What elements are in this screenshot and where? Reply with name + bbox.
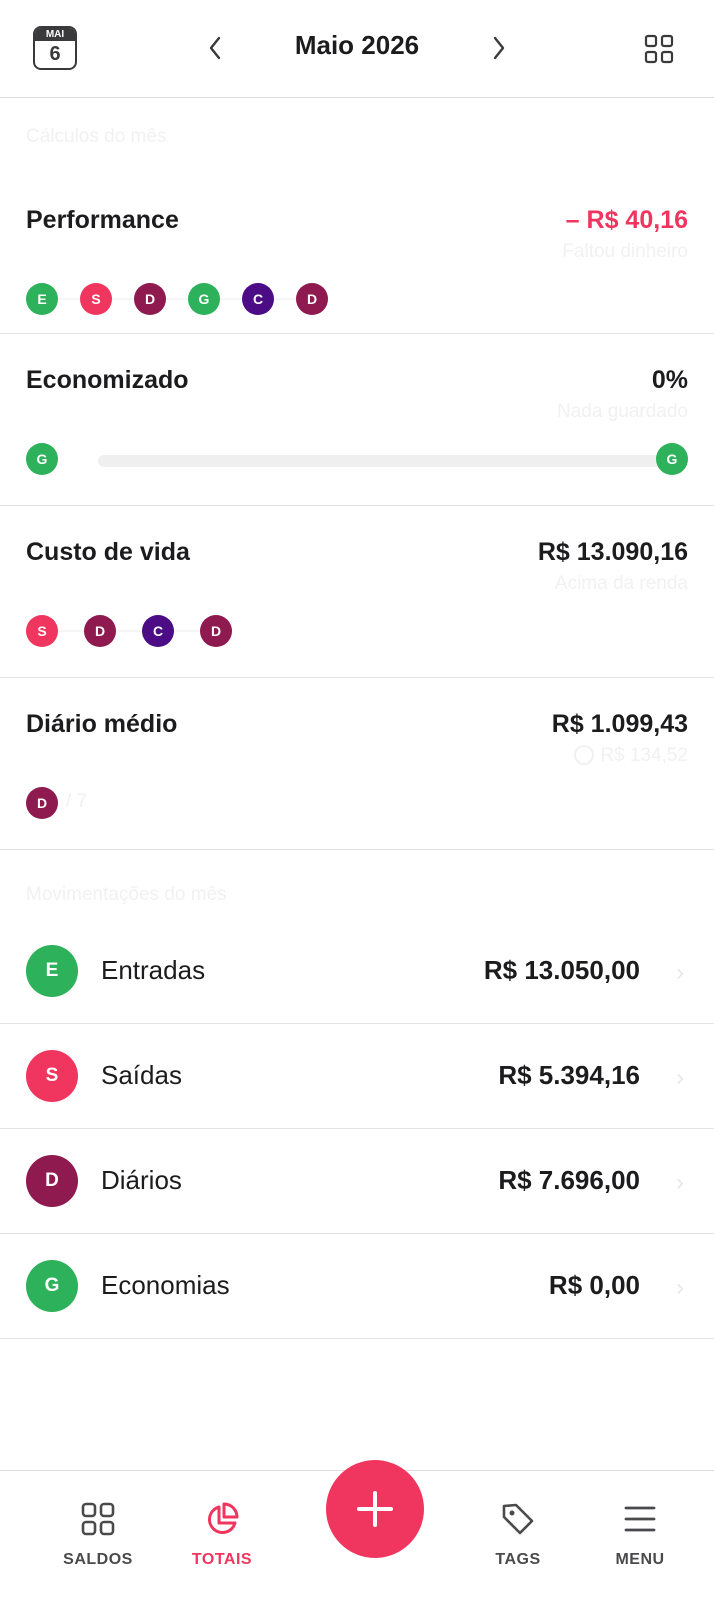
performance-card[interactable]: Performance – R$ 40,16 Faltou dinheiro E… [0,140,714,334]
menu-icon [624,1506,656,1532]
custo-status: Acima da renda [554,573,688,594]
tab-label: MENU [615,1551,665,1568]
list-item-entradas[interactable]: E Entradas R$ 13.050,00 › [0,919,714,1024]
dot-connector [166,298,188,300]
custo-dots: SDCD [26,615,626,647]
list-item-saidas[interactable]: S Saídas R$ 5.394,16 › [0,1024,714,1129]
chevron-right-icon: › [676,1274,684,1301]
end-dot: G [656,443,688,475]
dot-D: D [200,615,232,647]
add-button[interactable] [326,1460,424,1558]
tab-totais[interactable]: TOTAIS [162,1471,282,1601]
tab-label: SALDOS [63,1551,133,1568]
dot-connector [174,630,200,632]
dot-S: S [80,283,112,315]
dot-G: G [188,283,220,315]
list-item-diarios[interactable]: D Diários R$ 7.696,00 › [0,1129,714,1234]
tab-saldos[interactable]: SALDOS [38,1471,158,1601]
custo-de-vida-card[interactable]: Custo de vida R$ 13.090,16 Acima da rend… [0,506,714,678]
tab-label: TOTAIS [191,1551,253,1568]
chevron-right-icon: › [676,1064,684,1091]
row-amount: R$ 0,00 [548,1270,640,1300]
row-label: Economias [101,1270,230,1300]
grid-icon[interactable] [644,34,674,69]
dot-E: E [26,283,58,315]
chevron-left-icon[interactable] [200,28,230,68]
dot-connector [220,298,242,300]
performance-value: – R$ 40,16 [565,206,688,234]
row-amount: R$ 7.696,00 [498,1165,640,1195]
grid-icon [81,1502,115,1536]
avatar: G [26,1260,78,1312]
row-label: Entradas [101,955,206,985]
avatar: S [26,1050,78,1102]
start-dot: G [26,443,58,475]
chevron-right-icon[interactable] [484,28,514,68]
economizado-title: Economizado [26,366,189,394]
calendar-month: MAI [35,28,75,41]
economizado-value: 0% [651,366,688,394]
performance-title: Performance [26,206,179,234]
page-title: Maio 2026 [294,30,420,60]
dot-C: C [242,283,274,315]
section-label-movimentacoes: Movimentações do mês [26,884,227,905]
custo-value: R$ 13.090,16 [537,538,688,566]
tag-icon [502,1503,534,1535]
diario-medio-card[interactable]: Diário médio R$ 1.099,43 R$ 134,52 D / 7 [0,678,714,850]
performance-dots: ESDGCD [26,283,626,315]
calendar-day: 6 [49,43,61,65]
dot-D: D [26,787,58,819]
top-bar: MAI 6 Maio 2026 [0,0,714,98]
plus-icon [357,1491,393,1527]
custo-title: Custo de vida [26,538,190,566]
pie-chart-icon [207,1502,239,1535]
diario-dots: D / 7 [26,787,626,819]
row-label: Diários [101,1165,182,1195]
clock-icon [574,745,595,765]
diario-value: R$ 1.099,43 [551,710,688,738]
chevron-right-icon: › [676,959,684,986]
row-amount: R$ 13.050,00 [483,955,640,985]
dot-D: D [296,283,328,315]
dot-connector [112,298,134,300]
avatar: E [26,945,78,997]
tab-menu[interactable]: MENU [580,1471,700,1601]
row-amount: R$ 5.394,16 [498,1060,640,1090]
dot-S: S [26,615,58,647]
dot-D: D [84,615,116,647]
savings-progress-bar [98,455,668,467]
calendar-icon[interactable]: MAI 6 [33,26,77,70]
dot-D: D [134,283,166,315]
row-label: Saídas [101,1060,182,1090]
dot-connector [116,630,142,632]
diario-title: Diário médio [26,710,178,738]
list-item-economias[interactable]: G Economias R$ 0,00 › [0,1234,714,1339]
tab-tags[interactable]: TAGS [458,1471,578,1601]
tab-label: TAGS [495,1551,541,1568]
diario-sub: R$ 134,52 [574,745,688,767]
economizado-progress: G G [26,443,688,475]
diario-sub-value: R$ 134,52 [600,745,688,766]
performance-status: Faltou dinheiro [562,241,688,262]
dot-connector [58,298,80,300]
diario-divisor: / 7 [66,791,88,812]
economizado-card[interactable]: Economizado 0% Nada guardado G G [0,334,714,506]
chevron-right-icon: › [676,1169,684,1196]
dot-connector [58,630,84,632]
avatar: D [26,1155,78,1207]
dot-C: C [142,615,174,647]
dot-connector [274,298,296,300]
economizado-status: Nada guardado [557,401,688,422]
